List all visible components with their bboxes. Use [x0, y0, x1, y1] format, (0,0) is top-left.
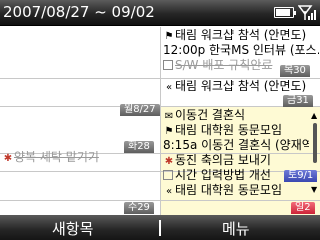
event-item[interactable]: ✉ 이동건 결혼식	[163, 108, 309, 123]
new-item-softkey[interactable]: 새항목	[52, 218, 93, 239]
week-range-title: 2007/08/27 ~ 09/02	[3, 3, 155, 21]
event-text: 양복 세탁 맡기기	[14, 150, 99, 164]
title-bar: 2007/08/27 ~ 09/02	[0, 0, 320, 26]
day-label-wed[interactable]: 수29	[124, 202, 154, 214]
event-text: 태림 대학원 동문모임	[175, 123, 282, 137]
event-item[interactable]: 8:15a 이동건 결혼식 (양재역…	[163, 138, 309, 153]
event-list: ✱ 양복 세탁 맡기기	[2, 150, 158, 165]
column-divider	[160, 27, 161, 215]
event-text: S/W 배포 규칙안료	[175, 58, 273, 72]
task-checkbox-icon[interactable]	[163, 170, 173, 180]
event-item[interactable]: ⚑ 태림 워크샵 참석 (안면도)	[163, 28, 319, 43]
event-item[interactable]: ✱ 양복 세탁 맡기기	[2, 150, 158, 165]
day-cell-wed[interactable]: ✱ 양복 세탁 맡기기	[2, 150, 158, 202]
alert-icon: ✱	[3, 153, 13, 164]
double-arrow-icon: «	[165, 82, 173, 93]
event-list: «태림 워크샵 참석 (안면도)	[163, 79, 319, 94]
event-text: 태림 워크샵 참석 (안면도)	[175, 28, 307, 42]
task-checkbox-icon[interactable]	[163, 60, 173, 70]
day-label-sun[interactable]: 일2	[291, 202, 315, 214]
event-text: 12:00p 한국MS 인터뷰 (포스…	[163, 43, 319, 57]
day-label-sat[interactable]: 토9/1	[284, 170, 318, 182]
event-text: 동진 축의금 보내기	[175, 153, 271, 167]
flag-icon: ⚑	[164, 31, 174, 42]
event-item[interactable]: «태림 대학원 동문모임	[163, 183, 309, 198]
event-text: 시간 입력방법 개선	[175, 168, 271, 182]
scroll-thumb[interactable]	[313, 123, 317, 163]
scroll-up-icon[interactable]: ▲	[311, 111, 317, 120]
battery-icon	[274, 7, 296, 18]
event-text: 8:15a 이동건 결혼식 (양재역…	[163, 138, 309, 152]
softkey-separator	[159, 220, 161, 236]
scrollbar[interactable]: ▲ ▼	[310, 111, 320, 195]
alert-icon: ✱	[164, 156, 174, 167]
scroll-down-icon[interactable]: ▼	[311, 185, 317, 194]
day-label-thu[interactable]: 목30	[280, 65, 310, 77]
birthday-icon: ✉	[164, 111, 174, 122]
signal-icon	[298, 5, 316, 20]
week-grid: ⚑ 태림 워크샵 참석 (안면도) 12:00p 한국MS 인터뷰 (포스… S/W …	[0, 27, 320, 215]
event-list: ✉ 이동건 결혼식 ⚑ 태림 대학원 동문모임 8:15a 이동건 결혼식 (양재역… ✱…	[163, 108, 309, 198]
status-icons[interactable]	[274, 3, 318, 23]
flag-icon: ⚑	[164, 126, 174, 137]
menu-softkey[interactable]: 메뉴	[222, 218, 250, 239]
event-text: 태림 대학원 동문모임	[175, 183, 282, 197]
event-item[interactable]: «태림 워크샵 참석 (안면도)	[163, 79, 319, 94]
event-text: 태림 워크샵 참석 (안면도)	[175, 79, 307, 93]
day-label-fri[interactable]: 금31	[283, 95, 313, 107]
softkey-bar: 새항목 메뉴	[0, 215, 320, 240]
event-item[interactable]: ⚑ 태림 대학원 동문모임	[163, 123, 309, 138]
event-item[interactable]: 12:00p 한국MS 인터뷰 (포스…	[163, 43, 319, 58]
event-item[interactable]: ✱ 동진 축의금 보내기	[163, 153, 309, 168]
day-cell-fri[interactable]: ✉ 이동건 결혼식 ⚑ 태림 대학원 동문모임 8:15a 이동건 결혼식 (양재역… ✱…	[163, 108, 309, 200]
double-arrow-icon: «	[165, 186, 173, 197]
event-text: 이동건 결혼식	[175, 108, 246, 122]
